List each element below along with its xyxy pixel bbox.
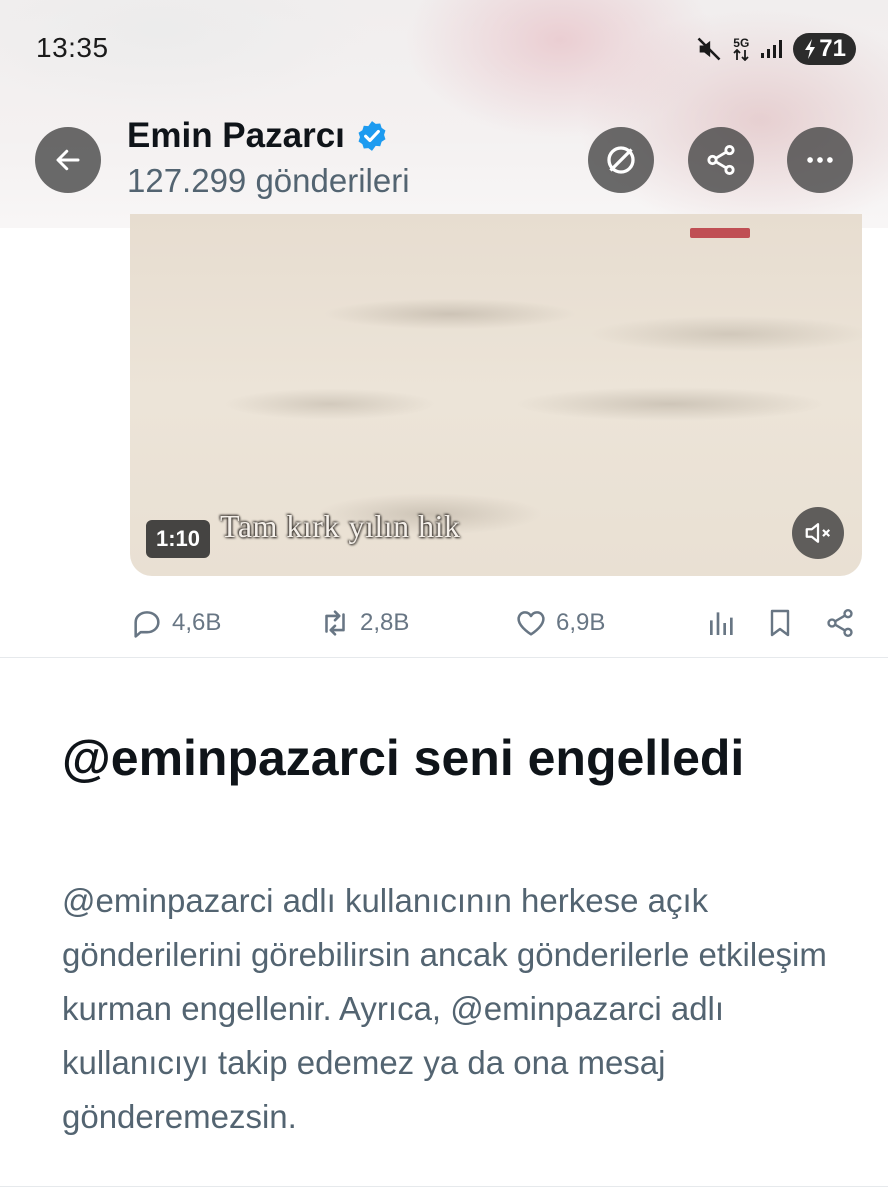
retweet-count: 2,8B [360,609,410,636]
profile-name-text: Emin Pazarcı [127,116,345,155]
mute-icon [695,35,723,63]
battery-level: 71 [819,35,846,62]
back-arrow-icon [56,149,80,171]
speaker-muted-icon [805,523,831,543]
network-5g-icon: 5G [733,37,749,61]
reply-count: 4,6B [172,609,222,636]
bookmark-button[interactable] [764,600,796,646]
status-bar: 13:35 5G 71 [0,0,888,96]
heart-icon [517,611,545,636]
reply-button[interactable]: 4,6B [130,600,221,646]
profile-name: Emin Pazarcı [127,116,389,156]
network-label: 5G [733,36,750,50]
blocked-title: @eminpazarci seni engelledi [62,730,745,786]
more-options-button[interactable] [787,127,853,193]
views-button[interactable] [706,600,738,646]
status-time: 13:35 [36,32,109,63]
bookmark-icon [770,609,790,637]
video-subtitle: Tam kırk yılın hik [220,508,461,544]
blocked-description: @eminpazarci adlı kullanıcının herkese a… [62,882,827,1135]
battery-charging-icon: 71 [793,33,856,65]
like-count: 6,9B [556,609,606,636]
video-player[interactable]: Tam kırk yılın hik 1:10 [130,214,862,576]
no-entry-icon [607,146,635,174]
views-chart-icon [710,612,733,635]
retweet-button[interactable]: 2,8B [318,600,409,646]
share-icon [707,144,735,176]
back-button[interactable] [35,127,101,193]
status-icons: 5G 71 [695,32,856,66]
video-duration: 1:10 [146,520,211,558]
share-profile-button[interactable] [688,127,754,193]
divider [0,657,888,658]
profile-post-count: 127.299 gönderileri [127,162,410,199]
mute-button[interactable] [792,507,844,559]
share-icon [827,609,853,637]
retweet-icon [325,610,345,636]
like-button[interactable]: 6,9B [514,600,605,646]
share-post-button[interactable] [824,600,856,646]
post-actions: 4,6B 2,8B 6,9B [130,600,862,646]
more-icon [807,157,833,163]
video-content-detail [690,228,750,238]
verified-badge-icon [358,121,386,151]
signal-icon [759,37,783,61]
reply-icon [134,611,160,638]
divider [0,1186,888,1187]
unavailable-button[interactable] [588,127,654,193]
